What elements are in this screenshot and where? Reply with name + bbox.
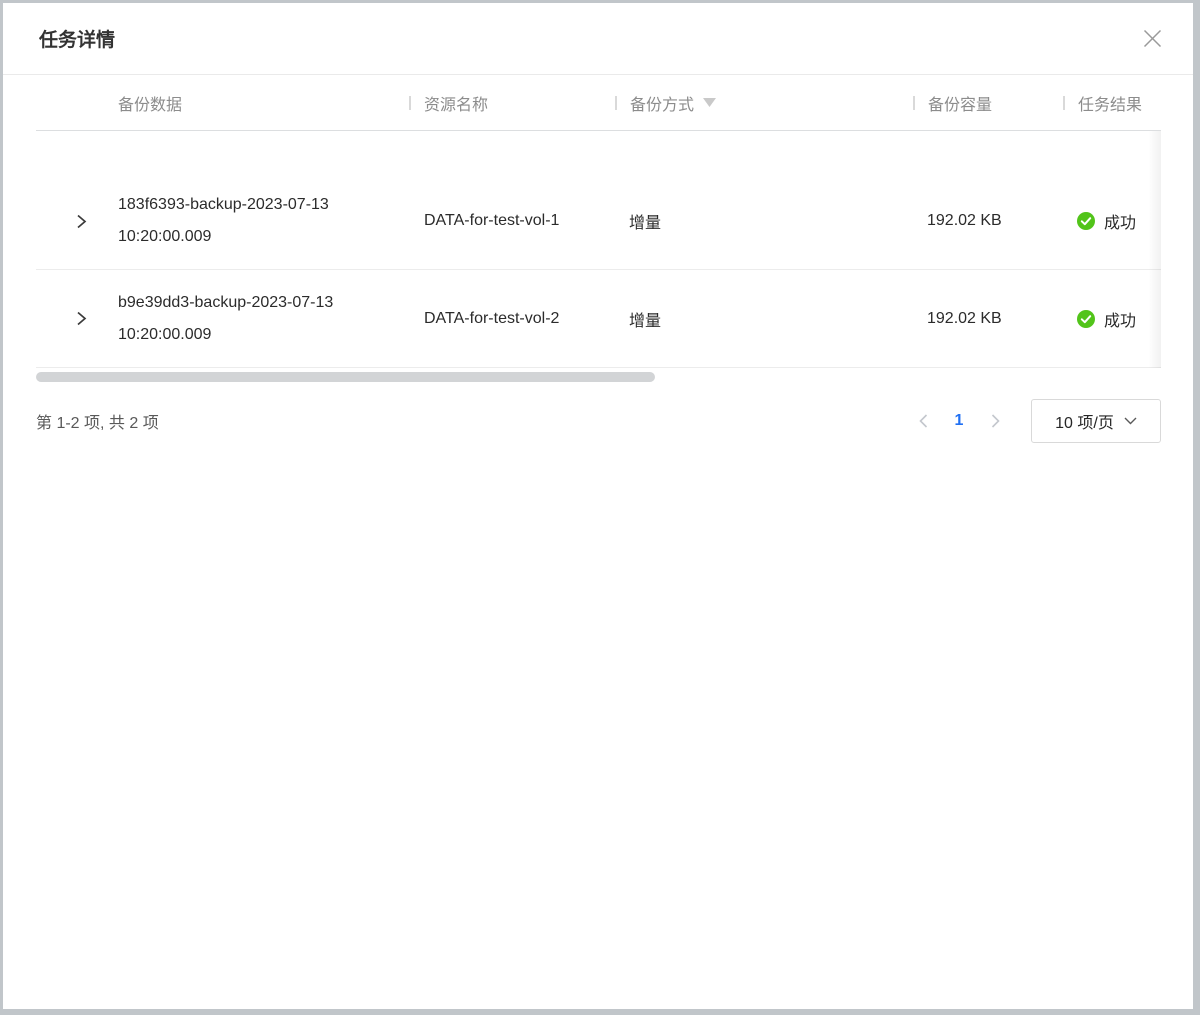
table-row[interactable]: 183f6393-backup-2023-07-13 10:20:00.009 … (36, 173, 1161, 270)
column-separator (615, 96, 617, 110)
backup-id-text: b9e39dd3-backup-2023-07-13 10:20:00.009 (118, 287, 354, 351)
expand-row-button[interactable] (72, 211, 92, 231)
cell-backup-capacity: 192.02 KB (913, 212, 1063, 230)
column-header-label: 任务结果 (1078, 91, 1142, 115)
cell-resource-name: DATA-for-test-vol-2 (409, 310, 615, 328)
status-text: 成功 (1104, 209, 1136, 233)
cell-backup-data: b9e39dd3-backup-2023-07-13 10:20:00.009 (118, 287, 409, 351)
page-number-1[interactable]: 1 (949, 412, 969, 430)
chevron-down-icon (1124, 417, 1137, 425)
expand-row-button[interactable] (72, 309, 92, 329)
column-header-label: 备份方式 (630, 91, 694, 115)
pagination-bar: 第 1-2 项, 共 2 项 1 (36, 399, 1161, 443)
page-size-value: 10 项/页 (1055, 409, 1114, 433)
column-header-label: 备份数据 (118, 91, 182, 115)
column-header-label: 资源名称 (424, 91, 488, 115)
chevron-left-icon (919, 414, 928, 428)
cell-backup-capacity: 192.02 KB (913, 310, 1063, 328)
dialog-header: 任务详情 (3, 3, 1193, 75)
column-separator (409, 96, 411, 110)
dialog-title: 任务详情 (39, 25, 115, 52)
column-header-label: 备份容量 (928, 91, 992, 115)
table-header-row: 备份数据 资源名称 备份方式 (36, 75, 1161, 131)
close-button[interactable] (1139, 26, 1165, 52)
check-circle-icon (1077, 310, 1095, 328)
chevron-right-icon (76, 214, 88, 229)
close-icon (1143, 29, 1162, 48)
cell-backup-data: 183f6393-backup-2023-07-13 10:20:00.009 (118, 189, 409, 253)
horizontal-scrollbar (36, 372, 1161, 382)
column-header-task-result: 任务结果 (1063, 91, 1161, 115)
column-header-backup-capacity: 备份容量 (913, 91, 1063, 115)
status-text: 成功 (1104, 307, 1136, 331)
page-size-select[interactable]: 10 项/页 (1031, 399, 1161, 443)
prev-page-button[interactable] (911, 409, 935, 433)
table-row[interactable]: b9e39dd3-backup-2023-07-13 10:20:00.009 … (36, 270, 1161, 368)
column-header-backup-data: 备份数据 (118, 91, 409, 115)
pagination-summary: 第 1-2 项, 共 2 项 (36, 409, 159, 433)
chevron-right-icon (991, 414, 1000, 428)
next-page-button[interactable] (983, 409, 1007, 433)
dialog-content: 备份数据 资源名称 备份方式 (3, 75, 1193, 443)
backup-tasks-table: 备份数据 资源名称 备份方式 (36, 75, 1161, 368)
task-detail-dialog: 任务详情 备份数据 资源名称 (3, 3, 1193, 1009)
chevron-right-icon (76, 311, 88, 326)
column-header-resource-name: 资源名称 (409, 91, 615, 115)
column-header-backup-method: 备份方式 (615, 91, 913, 115)
pager-controls: 1 10 项/页 (911, 399, 1161, 443)
cell-task-result: 成功 (1063, 307, 1161, 331)
cell-task-result: 成功 (1063, 209, 1161, 233)
column-separator (913, 96, 915, 110)
backup-id-text: 183f6393-backup-2023-07-13 10:20:00.009 (118, 189, 354, 253)
cell-backup-method: 增量 (615, 209, 913, 233)
table-body: 183f6393-backup-2023-07-13 10:20:00.009 … (36, 131, 1161, 368)
check-circle-icon (1077, 212, 1095, 230)
filter-icon[interactable] (703, 98, 716, 107)
cell-backup-method: 增量 (615, 307, 913, 331)
cell-resource-name: DATA-for-test-vol-1 (409, 212, 615, 230)
column-separator (1063, 96, 1065, 110)
horizontal-scrollbar-thumb[interactable] (36, 372, 655, 382)
